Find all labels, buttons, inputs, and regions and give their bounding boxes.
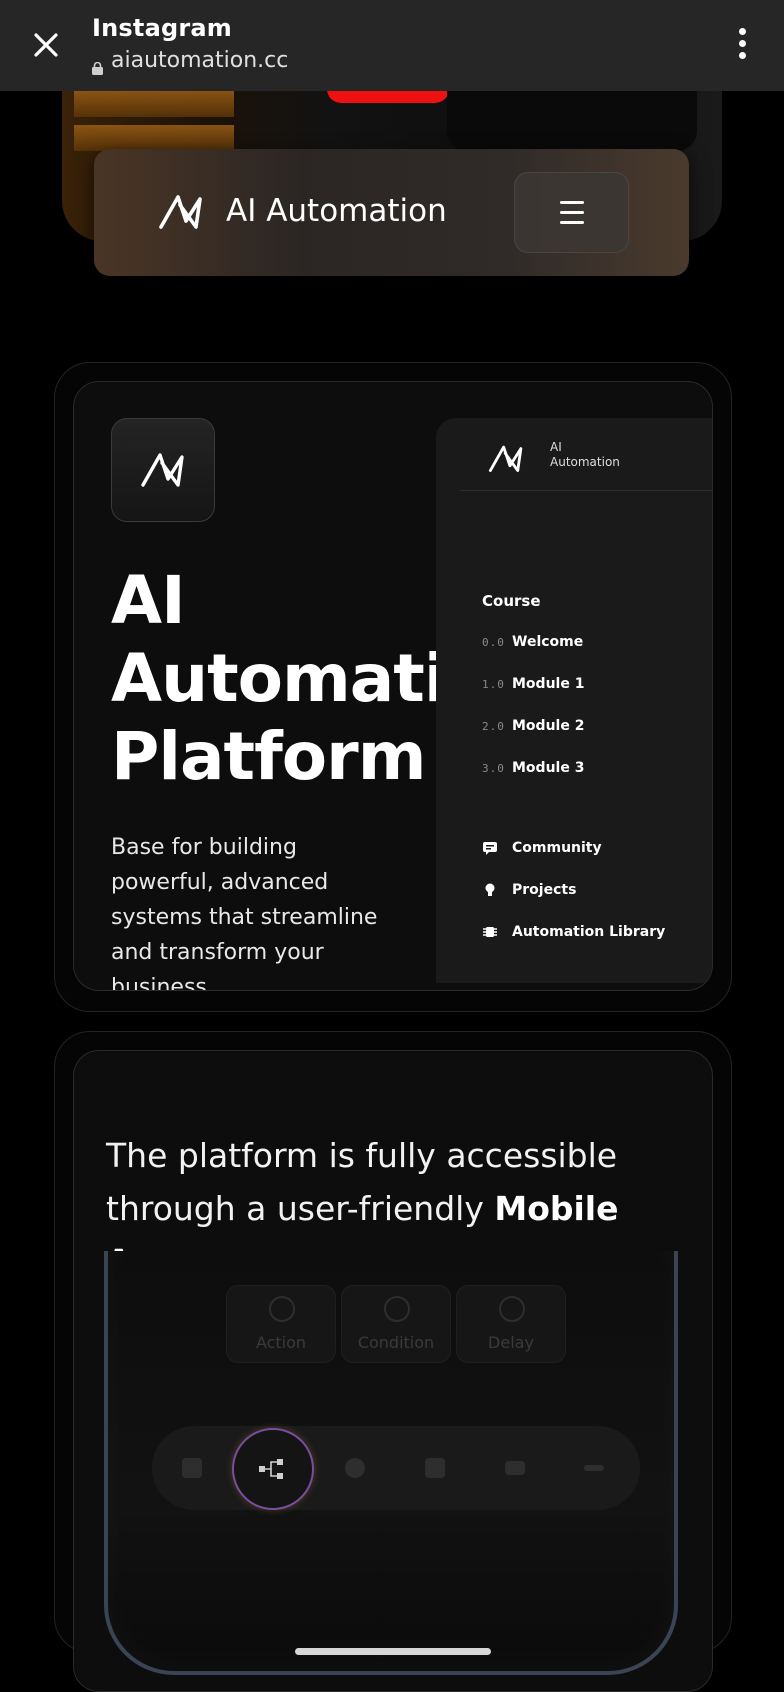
mobile-app-card-inner: The platform is fully accessible through… (73, 1050, 713, 1692)
clock-icon (499, 1296, 525, 1322)
sidebar-brand: AI Automation (550, 440, 620, 469)
sidebar-item-projects[interactable]: Projects (482, 882, 576, 898)
sidebar-item-module-3[interactable]: 3.0 Module 3 (482, 760, 584, 776)
sidebar-item-module-2[interactable]: 2.0 Module 2 (482, 718, 584, 734)
home-icon (182, 1458, 202, 1478)
close-icon[interactable] (30, 29, 62, 61)
url-display[interactable]: aiautomation.cc (92, 48, 289, 75)
brand-logo-icon[interactable] (158, 191, 204, 231)
module-number: 2.0 (482, 719, 505, 733)
brand-logo-icon (488, 445, 523, 472)
lightbulb-icon (482, 882, 498, 898)
sidebar-item-automation-library[interactable]: Automation Library (482, 924, 665, 940)
course-sidebar-preview: AI Automation Course 0.0 Welcome 1.0 Mod… (436, 418, 712, 983)
brand-logo-icon (141, 453, 184, 487)
branch-icon (384, 1296, 410, 1322)
mobile-app-card: The platform is fully accessible through… (54, 1031, 732, 1692)
browser-top-bar: Instagram aiautomation.cc (0, 0, 784, 91)
module-label: Module 3 (512, 760, 585, 776)
home-indicator (295, 1648, 491, 1655)
chip-label: Delay (488, 1333, 534, 1352)
module-number: 1.0 (482, 677, 505, 691)
module-label: Module 2 (512, 718, 585, 734)
module-label: Welcome (512, 634, 584, 650)
condition-chip: Condition (341, 1285, 451, 1363)
module-number: 3.0 (482, 761, 505, 775)
site-navbar: AI Automation (94, 149, 689, 276)
sidebar-item-module-1[interactable]: 1.0 Module 1 (482, 676, 584, 692)
module-label: Module 1 (512, 676, 585, 692)
red-play-button (327, 91, 449, 103)
sidebar-item-welcome[interactable]: 0.0 Welcome (482, 634, 583, 650)
phone-mockup: Action Condition Delay (104, 1251, 678, 1675)
workflow-icon (232, 1428, 314, 1510)
more-icon (584, 1465, 604, 1471)
module-number: 0.0 (482, 635, 505, 649)
chat-icon (482, 840, 498, 856)
more-options-icon[interactable] (736, 28, 748, 64)
hero-title: AI Automation Platform (111, 562, 537, 795)
code-icon (505, 1461, 525, 1475)
app-title: Instagram (92, 14, 232, 42)
sidebar-item-community[interactable]: Community (482, 840, 602, 856)
course-section-title: Course (482, 592, 541, 610)
link-label: Projects (512, 882, 577, 898)
phone-bottom-nav (152, 1426, 640, 1510)
divider (460, 490, 712, 491)
action-chip: Action (226, 1285, 336, 1363)
target-icon (269, 1296, 295, 1322)
link-label: Community (512, 840, 602, 856)
nav-brand-name[interactable]: AI Automation (226, 193, 447, 229)
link-label: Automation Library (512, 924, 666, 940)
lock-icon (92, 56, 103, 75)
hamburger-menu-button[interactable] (514, 172, 629, 253)
logo-tile (111, 418, 215, 522)
chip-icon (482, 924, 498, 940)
delay-chip: Delay (456, 1285, 566, 1363)
url-text: aiautomation.cc (111, 48, 289, 73)
plug-icon (425, 1458, 445, 1478)
platform-card: AI Automation Platform Base for building… (54, 362, 732, 1012)
chip-label: Condition (357, 1333, 435, 1352)
chip-label: Action (255, 1333, 307, 1352)
database-icon (345, 1458, 365, 1478)
platform-card-inner: AI Automation Platform Base for building… (73, 381, 713, 991)
hero-description: Base for building powerful, advanced sys… (111, 835, 378, 991)
